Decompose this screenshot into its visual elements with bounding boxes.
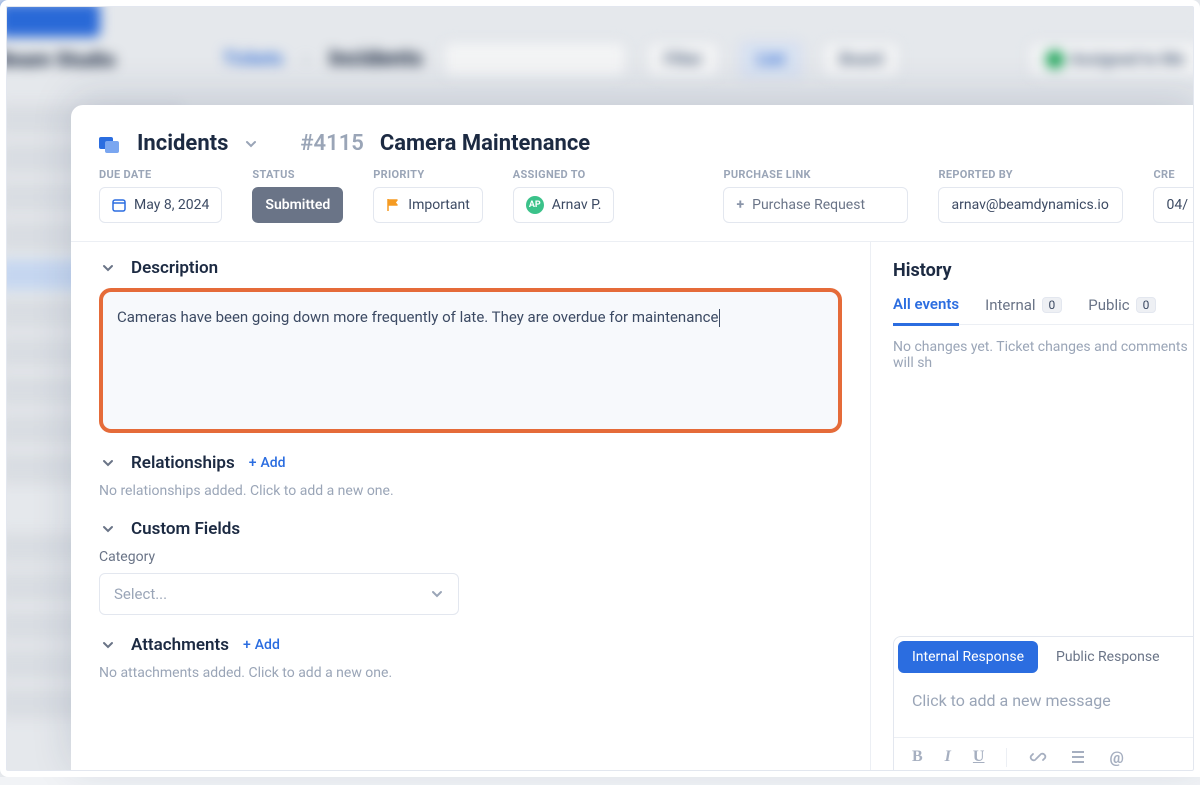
incidents-icon: [99, 135, 121, 153]
modal-header: Incidents #4115 Camera Maintenance: [71, 131, 1200, 168]
due-date-chip[interactable]: May 8, 2024: [99, 187, 222, 223]
reported-by-label: REPORTED BY: [938, 168, 1123, 181]
created-label: CRE: [1153, 168, 1200, 181]
custom-fields-section: Custom Fields Category Select...: [99, 519, 842, 615]
ticket-detail-modal: Incidents #4115 Camera Maintenance DUE D…: [71, 105, 1200, 777]
purchase-link-label: PURCHASE LINK: [723, 168, 908, 181]
due-date-field: DUE DATE May 8, 2024: [99, 168, 222, 223]
description-editor[interactable]: Cameras have been going down more freque…: [99, 288, 842, 433]
created-field: CRE 04/: [1153, 168, 1200, 223]
collapse-icon[interactable]: [99, 520, 117, 538]
tab-internal-response[interactable]: Internal Response: [898, 641, 1038, 673]
status-field: STATUS Submitted: [252, 168, 343, 223]
underline-button[interactable]: U: [973, 748, 985, 767]
purchase-link-field: PURCHASE LINK + Purchase Request: [723, 168, 908, 223]
ticket-number: #4115: [300, 131, 363, 156]
attachments-helper[interactable]: No attachments added. Click to add a new…: [99, 665, 842, 681]
ticket-title: Camera Maintenance: [380, 131, 590, 156]
history-title: History: [893, 260, 1200, 281]
tab-internal[interactable]: Internal 0: [985, 295, 1062, 324]
history-tabs: All events Internal 0 Public 0: [893, 295, 1200, 325]
response-composer: Internal Response Public Response Click …: [893, 636, 1200, 777]
collapse-icon[interactable]: [99, 454, 117, 472]
toolbar-divider: [1006, 748, 1007, 767]
reported-by-input[interactable]: [951, 197, 1110, 213]
description-title: Description: [131, 258, 218, 278]
category-label: Category: [99, 549, 842, 565]
relationships-section: Relationships + Add No relationships add…: [99, 453, 842, 499]
italic-button[interactable]: I: [945, 748, 951, 767]
tab-public[interactable]: Public 0: [1088, 295, 1156, 324]
priority-label: PRIORITY: [373, 168, 483, 181]
assigned-to-chip[interactable]: AP Arnav P.: [513, 187, 615, 223]
chevron-down-icon: [430, 587, 444, 601]
assignee-avatar: AP: [526, 196, 544, 214]
category-select[interactable]: Select...: [99, 573, 459, 615]
tab-all-events[interactable]: All events: [893, 295, 959, 326]
reported-by-chip[interactable]: [938, 187, 1123, 223]
priority-value: Important: [408, 197, 470, 213]
due-date-label: DUE DATE: [99, 168, 222, 181]
list-button[interactable]: [1069, 748, 1087, 767]
composer-textarea[interactable]: Click to add a new message: [894, 677, 1200, 737]
breadcrumb-dropdown[interactable]: [244, 137, 258, 151]
breadcrumb-category[interactable]: Incidents: [137, 131, 228, 156]
calendar-icon: [112, 198, 126, 212]
link-button[interactable]: [1029, 748, 1047, 767]
flag-icon: [386, 198, 400, 212]
attachments-title: Attachments: [131, 635, 229, 655]
priority-chip[interactable]: Important: [373, 187, 483, 223]
purchase-link-value: Purchase Request: [752, 197, 865, 213]
bold-button[interactable]: B: [912, 748, 923, 767]
description-text: Cameras have been going down more freque…: [117, 308, 718, 326]
status-chip[interactable]: Submitted: [252, 187, 343, 223]
composer-toolbar: B I U @: [894, 737, 1200, 777]
purchase-link-chip[interactable]: + Purchase Request: [723, 187, 908, 223]
tab-public-response[interactable]: Public Response: [1042, 637, 1174, 677]
ticket-left-panel: Description Cameras have been going down…: [71, 242, 870, 777]
created-chip: 04/: [1153, 187, 1200, 223]
attachments-section: Attachments + Add No attachments added. …: [99, 635, 842, 681]
custom-fields-title: Custom Fields: [131, 519, 240, 539]
internal-count-badge: 0: [1042, 297, 1063, 313]
composer-tabs: Internal Response Public Response: [894, 637, 1200, 677]
due-date-value: May 8, 2024: [134, 197, 209, 213]
plus-icon: +: [243, 637, 251, 653]
ticket-meta-row: DUE DATE May 8, 2024 STATUS Submitted PR…: [71, 168, 1200, 242]
history-empty-text: No changes yet. Ticket changes and comme…: [893, 339, 1200, 371]
add-attachment-link[interactable]: + Add: [243, 637, 280, 653]
add-relationship-link[interactable]: + Add: [249, 455, 286, 471]
relationships-helper[interactable]: No relationships added. Click to add a n…: [99, 483, 842, 499]
plus-icon: +: [736, 197, 744, 213]
created-value: 04/: [1166, 197, 1188, 213]
description-section: Description Cameras have been going down…: [99, 258, 842, 433]
status-label: STATUS: [252, 168, 343, 181]
relationships-title: Relationships: [131, 453, 235, 473]
public-count-badge: 0: [1136, 297, 1157, 313]
select-placeholder: Select...: [114, 585, 167, 603]
collapse-icon[interactable]: [99, 636, 117, 654]
text-cursor: [719, 309, 720, 327]
history-panel: History All events Internal 0 Public 0 N…: [870, 242, 1200, 777]
priority-field: PRIORITY Important: [373, 168, 483, 223]
collapse-icon[interactable]: [99, 259, 117, 277]
mention-button[interactable]: @: [1109, 748, 1123, 767]
reported-by-field: REPORTED BY: [938, 168, 1123, 223]
assigned-to-label: ASSIGNED TO: [513, 168, 615, 181]
assigned-to-field: ASSIGNED TO AP Arnav P.: [513, 168, 615, 223]
plus-icon: +: [249, 455, 257, 471]
assignee-name: Arnav P.: [552, 197, 602, 213]
